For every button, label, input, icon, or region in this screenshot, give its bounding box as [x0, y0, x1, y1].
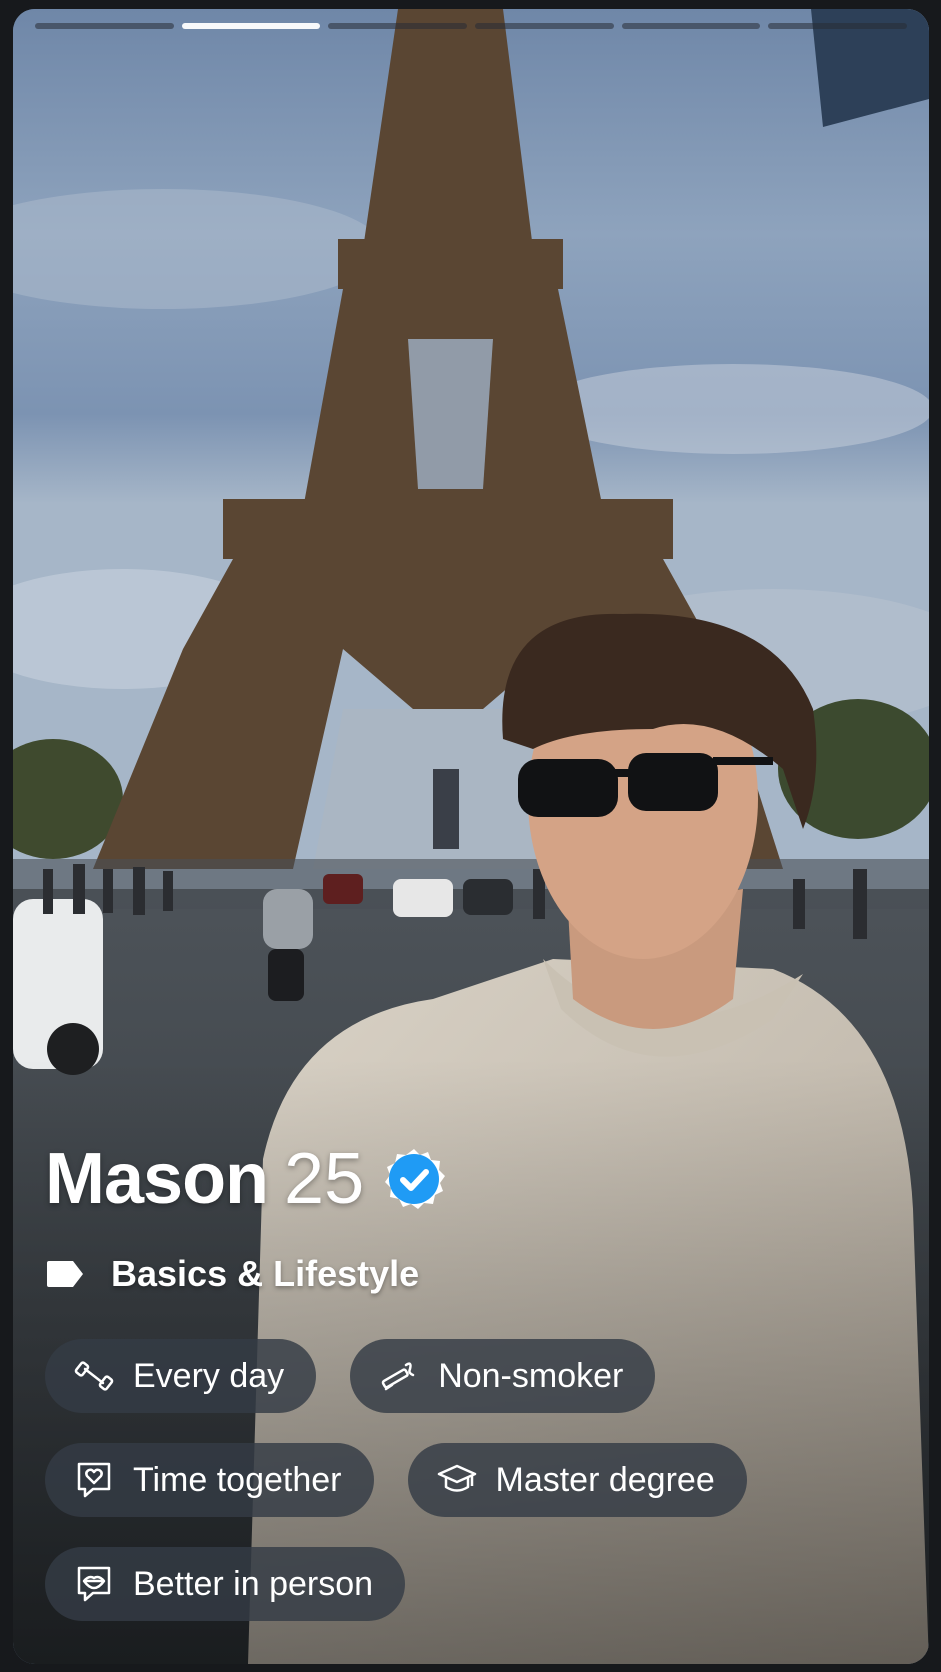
dumbbell-icon: [74, 1361, 114, 1391]
photo-progress-indicator: [35, 23, 908, 31]
attribute-chips: Every day Non-smoker Time together Maste…: [45, 1339, 845, 1621]
profile-name: Mason: [45, 1139, 269, 1219]
photo-progress-segment[interactable]: [328, 23, 468, 29]
chip-love-language[interactable]: Time together: [45, 1443, 374, 1517]
chip-label: Master degree: [495, 1460, 715, 1499]
chip-label: Time together: [133, 1460, 342, 1499]
chip-education[interactable]: Master degree: [407, 1443, 747, 1517]
photo-progress-segment[interactable]: [35, 23, 174, 29]
photo-progress-segment[interactable]: [475, 23, 614, 29]
tag-icon: [47, 1261, 83, 1287]
chip-label: Every day: [133, 1356, 285, 1395]
photo-progress-segment[interactable]: [181, 23, 321, 29]
photo-progress-segment[interactable]: [621, 23, 761, 29]
lips-chat-icon: [77, 1566, 111, 1602]
section-header: Basics & Lifestyle: [45, 1253, 845, 1295]
verified-badge-icon[interactable]: [382, 1147, 446, 1211]
photo-progress-segment[interactable]: [768, 23, 908, 29]
profile-age: 25: [284, 1139, 365, 1219]
chip-label: Better in person: [133, 1564, 374, 1603]
heart-chat-icon: [77, 1462, 111, 1498]
chip-communication[interactable]: Better in person: [45, 1547, 406, 1621]
chip-label: Non-smoker: [438, 1356, 624, 1395]
graduation-cap-icon: [437, 1464, 476, 1492]
chip-smoking[interactable]: Non-smoker: [350, 1339, 656, 1413]
section-label: Basics & Lifestyle: [111, 1253, 420, 1294]
chip-workout[interactable]: Every day: [45, 1339, 317, 1413]
profile-info: Mason 25 Basics & Lifestyle Every day No…: [45, 1139, 845, 1621]
profile-card[interactable]: Mason 25 Basics & Lifestyle Every day No…: [13, 9, 929, 1664]
no-smoking-icon: [381, 1362, 415, 1391]
